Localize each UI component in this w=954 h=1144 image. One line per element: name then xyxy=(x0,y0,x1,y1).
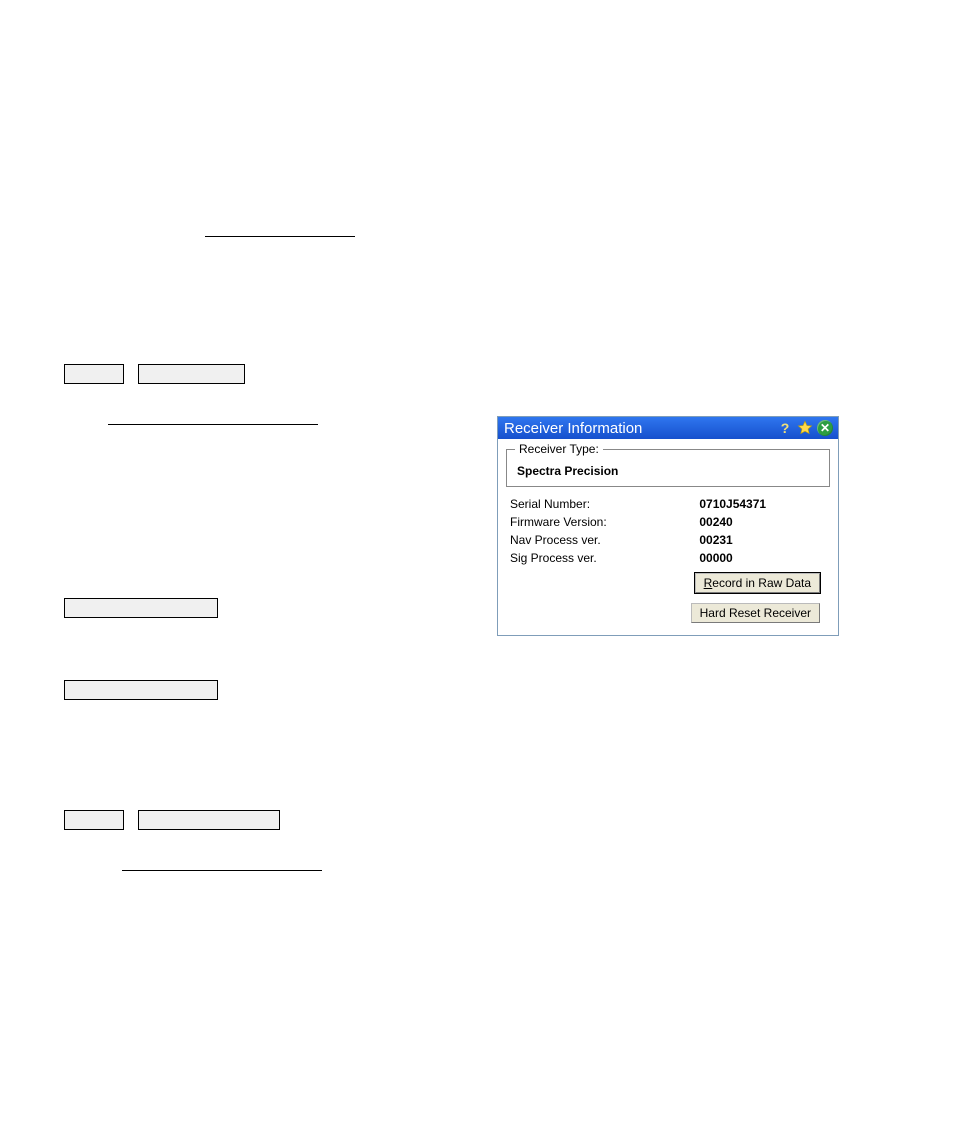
dialog-body: Receiver Type: Spectra Precision Serial … xyxy=(498,439,838,623)
table-row: Sig Process ver. 00000 xyxy=(506,549,830,567)
favorite-star-icon[interactable] xyxy=(796,419,814,437)
decoration-line-1 xyxy=(205,222,355,240)
close-icon[interactable]: ✕ xyxy=(816,419,834,437)
decoration-row-1 xyxy=(64,364,245,384)
dialog-buttons: Record in Raw Data Hard Reset Receiver xyxy=(506,567,830,623)
info-table: Serial Number: 0710J54371 Firmware Versi… xyxy=(506,495,830,567)
nav-process-value: 00231 xyxy=(681,531,830,549)
sig-process-value: 00000 xyxy=(681,549,830,567)
hard-reset-button[interactable]: Hard Reset Receiver xyxy=(691,603,820,623)
titlebar: Receiver Information ? ✕ xyxy=(498,417,838,439)
decoration-line-3 xyxy=(122,856,322,874)
dialog-title: Receiver Information xyxy=(504,420,774,437)
table-row: Serial Number: 0710J54371 xyxy=(506,495,830,513)
receiver-type-group: Receiver Type: Spectra Precision xyxy=(506,449,830,487)
serial-number-label: Serial Number: xyxy=(506,495,681,513)
help-icon[interactable]: ? xyxy=(776,419,794,437)
table-row: Firmware Version: 00240 xyxy=(506,513,830,531)
record-rest: ecord in Raw Data xyxy=(712,576,811,590)
decoration-line-2 xyxy=(108,410,318,428)
receiver-type-label: Receiver Type: xyxy=(515,442,603,456)
nav-process-label: Nav Process ver. xyxy=(506,531,681,549)
sig-process-label: Sig Process ver. xyxy=(506,549,681,567)
record-mnemonic: R xyxy=(704,576,713,590)
decoration-row-2 xyxy=(64,810,280,830)
firmware-version-label: Firmware Version: xyxy=(506,513,681,531)
decoration-btn-1 xyxy=(64,598,218,618)
receiver-type-value: Spectra Precision xyxy=(515,464,821,480)
record-raw-data-button[interactable]: Record in Raw Data xyxy=(695,573,820,593)
table-row: Nav Process ver. 00231 xyxy=(506,531,830,549)
decoration-btn-2 xyxy=(64,680,218,700)
firmware-version-value: 00240 xyxy=(681,513,830,531)
dialog-receiver-information: Receiver Information ? ✕ Receiver Type: … xyxy=(497,416,839,636)
serial-number-value: 0710J54371 xyxy=(681,495,830,513)
